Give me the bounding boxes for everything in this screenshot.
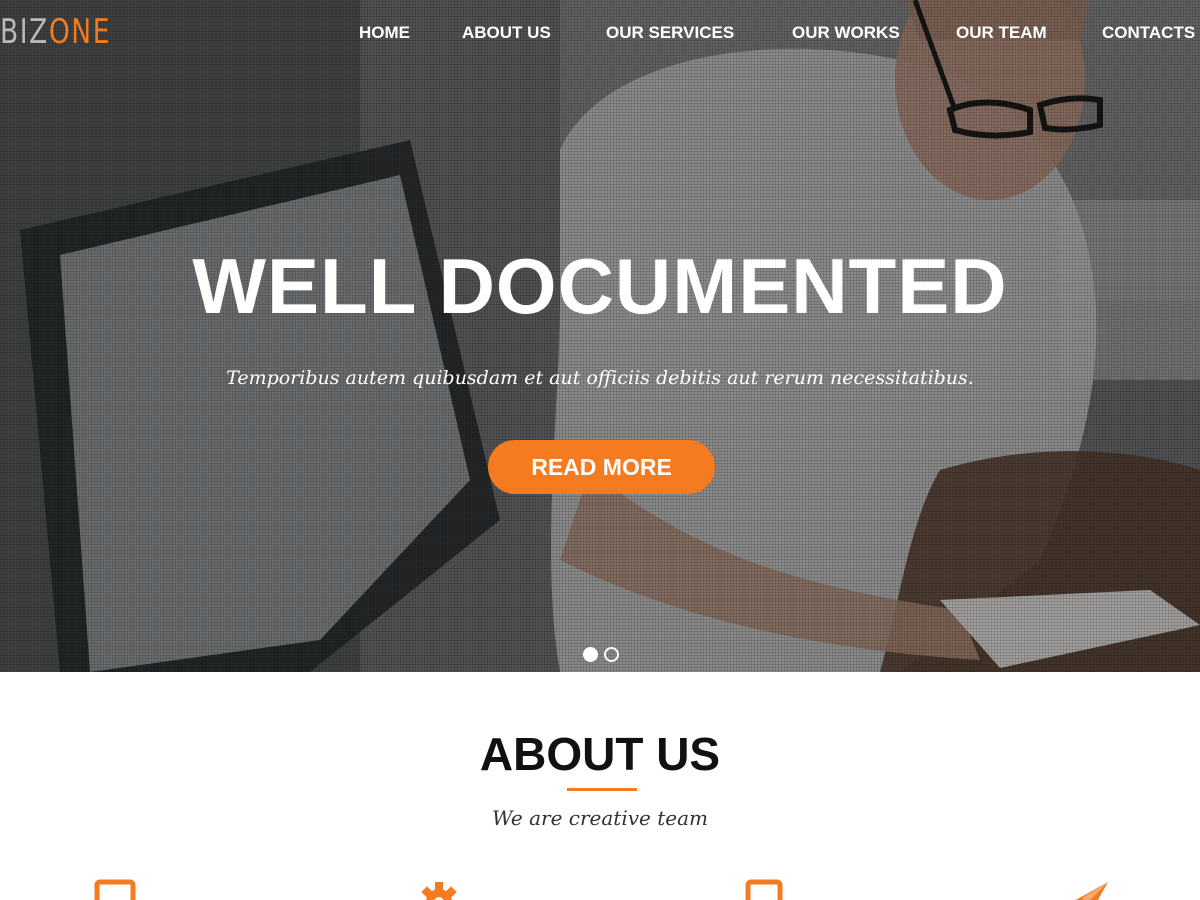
nav-item-our-services[interactable]: OUR SERVICES <box>606 20 734 46</box>
nav-item-about-us[interactable]: ABOUT US <box>462 20 551 46</box>
nav-item-contacts[interactable]: CONTACTS <box>1102 20 1195 46</box>
tablet-icon <box>94 879 136 900</box>
hero-subtitle: Temporibus autem quibusdam et aut offici… <box>226 367 974 389</box>
nav-item-our-team[interactable]: OUR TEAM <box>956 20 1047 46</box>
hero-slider: BIZONE HOME ABOUT US OUR SERVICES OUR WO… <box>0 0 1200 672</box>
hero-title: WELL DOCUMENTED <box>192 242 1008 330</box>
about-subtitle: We are creative team <box>491 806 708 830</box>
nav-item-home[interactable]: HOME <box>359 20 410 46</box>
paper-plane-icon <box>1075 882 1108 900</box>
slider-pagination <box>583 647 623 663</box>
tablet-icon <box>745 879 783 900</box>
gear-icon <box>421 882 457 900</box>
read-more-button[interactable]: READ MORE <box>488 440 715 494</box>
about-title-underline <box>567 788 637 791</box>
nav-item-our-works[interactable]: OUR WORKS <box>792 20 900 46</box>
hero-dot-pattern <box>0 0 1200 672</box>
about-title: ABOUT US <box>479 728 721 780</box>
main-navigation: HOME ABOUT US OUR SERVICES OUR WORKS OUR… <box>0 20 1200 46</box>
slider-dot-2[interactable] <box>604 647 619 662</box>
slider-dot-1[interactable] <box>583 647 598 662</box>
